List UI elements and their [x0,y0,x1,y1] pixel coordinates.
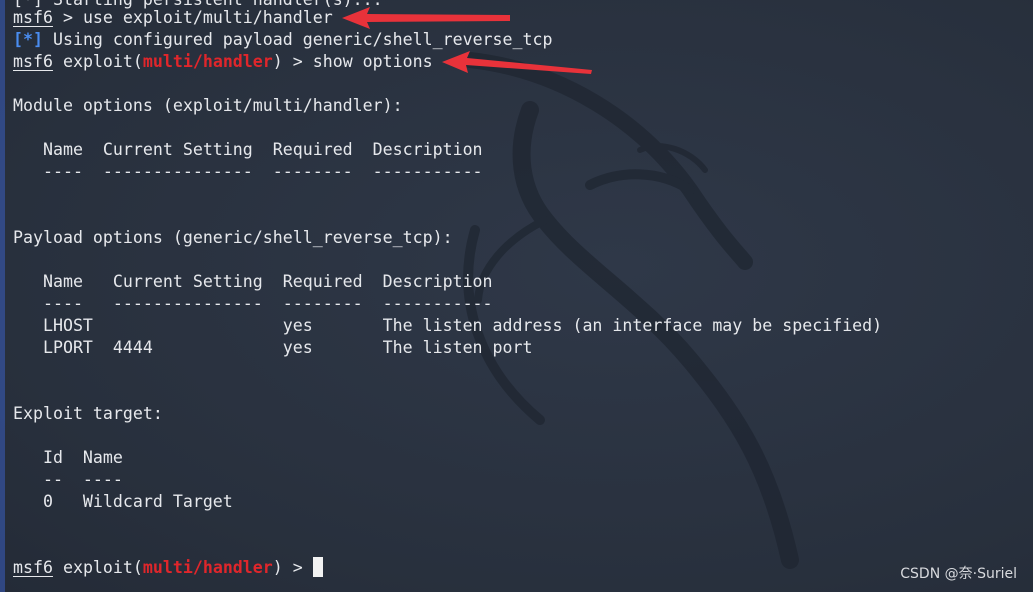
window-edge [0,0,5,592]
module-table-header: Name Current Setting Required Descriptio… [13,140,483,159]
terminal-window[interactable]: [*] Starting persistent handler(s)... ms… [0,0,1033,592]
red-arrow-annotation [442,51,592,74]
info-tag: [*] [13,30,43,49]
target-row-wildcard: 0 Wildcard Target [13,492,233,511]
target-table-separator: -- ---- [13,470,123,489]
payload-options-heading: Payload options (generic/shell_reverse_t… [13,228,453,247]
module-options-heading: Module options (exploit/multi/handler): [13,96,403,115]
module-table-separator: ---- --------------- -------- ----------… [13,162,483,181]
payload-table-header: Name Current Setting Required Descriptio… [13,272,493,291]
terminal-prompt-input[interactable]: msf6 exploit(multi/handler) > [13,557,323,579]
text-cursor [312,557,323,577]
prompt-msf6: msf6 [13,52,53,71]
exploit-target-heading: Exploit target: [13,404,163,423]
prompt-msf6: msf6 [13,8,53,27]
terminal-line-use-command: msf6 > use exploit/multi/handler [13,8,333,27]
payload-row-lhost: LHOST yes The listen address (an interfa… [13,316,883,335]
target-table-header: Id Name [13,448,123,467]
module-name: multi/handler [142,558,273,577]
payload-row-lport: LPORT 4444 yes The listen port [13,338,533,357]
terminal-line-show-options: msf6 exploit(multi/handler) > show optio… [13,52,433,71]
payload-table-separator: ---- --------------- -------- ----------… [13,294,493,313]
terminal-line-payload-info: [*] Using configured payload generic/she… [13,30,553,49]
prompt-msf6: msf6 [13,558,53,577]
module-name: multi/handler [142,52,273,71]
csdn-watermark: CSDN @奈·Suriel [900,566,1017,582]
